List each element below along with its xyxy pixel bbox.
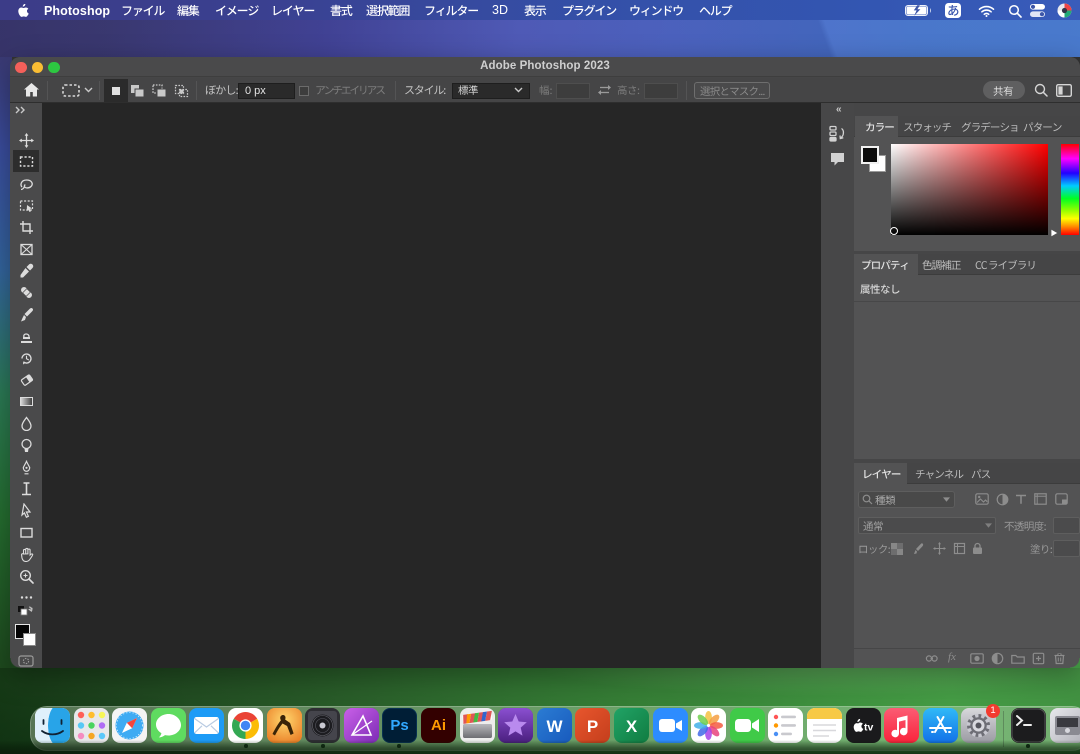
svg-text:W: W bbox=[546, 717, 563, 736]
svg-text:X: X bbox=[626, 717, 638, 736]
svg-text:P: P bbox=[587, 717, 598, 736]
svg-text:tv: tv bbox=[864, 722, 873, 734]
